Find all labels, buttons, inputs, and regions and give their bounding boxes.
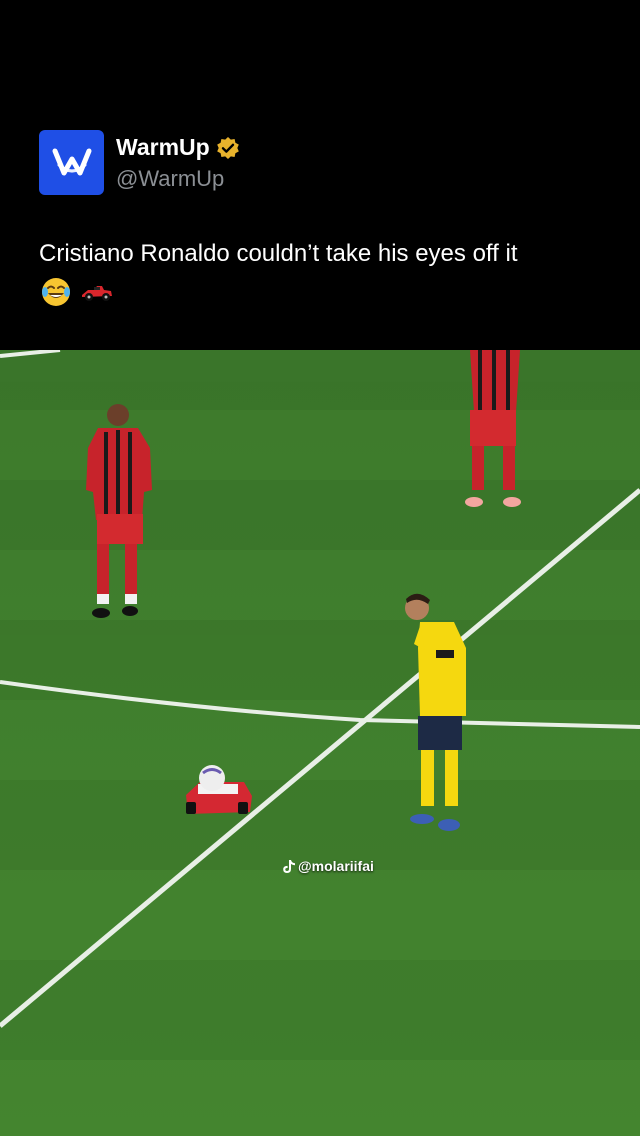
tweet-emojis xyxy=(40,276,114,308)
verified-badge-icon xyxy=(216,136,239,159)
watermark-text: @molariifai xyxy=(298,858,374,874)
author-handle[interactable]: @WarmUp xyxy=(116,166,224,192)
warmup-logo-icon xyxy=(52,148,91,175)
video-player[interactable]: @molariifai xyxy=(0,350,640,1136)
football-pitch xyxy=(0,350,640,1136)
tiktok-icon xyxy=(283,859,295,873)
author-name[interactable]: WarmUp xyxy=(116,134,210,161)
face-with-tears-of-joy-icon xyxy=(42,278,70,306)
avatar[interactable] xyxy=(39,130,104,195)
race-car-icon xyxy=(82,286,112,301)
tiktok-watermark: @molariifai xyxy=(282,858,374,874)
tweet-text: Cristiano Ronaldo couldn’t take his eyes… xyxy=(39,240,518,267)
author-name-row[interactable]: WarmUp xyxy=(116,134,240,161)
tweet-header: WarmUp @WarmUp Cristiano Ronaldo couldn’… xyxy=(0,0,640,350)
